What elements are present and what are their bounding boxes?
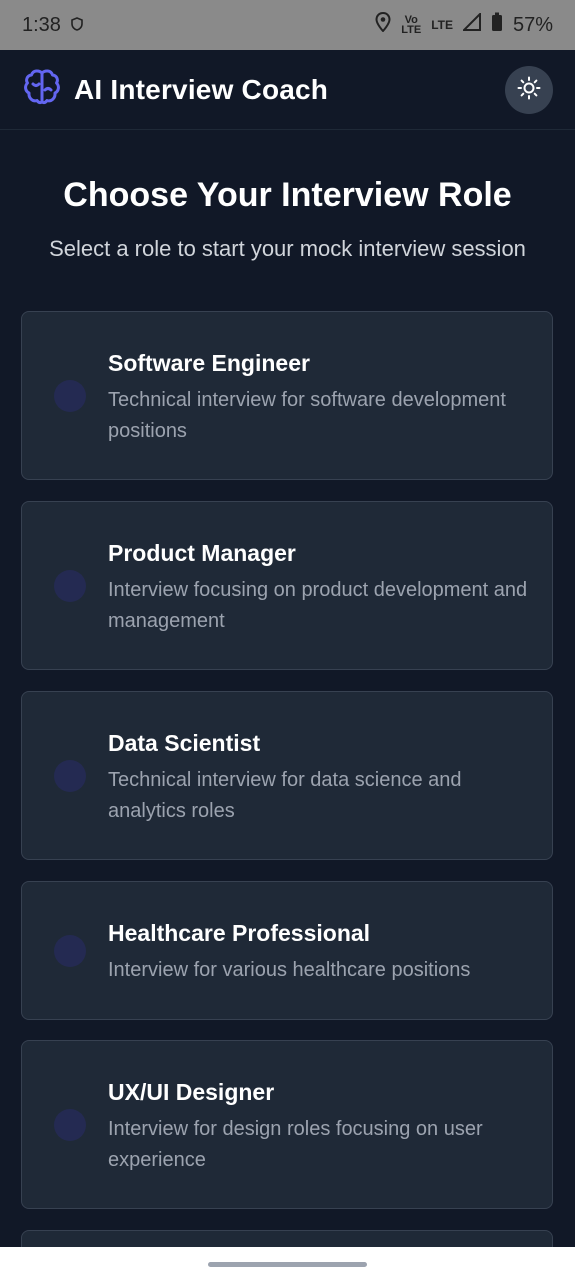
role-icon (54, 1109, 86, 1141)
role-icon (54, 760, 86, 792)
location-icon (375, 11, 391, 38)
role-card-healthcare-professional[interactable]: Healthcare Professional Interview for va… (21, 881, 553, 1020)
role-title: Software Engineer (108, 350, 310, 376)
lte-indicator: LTE (431, 18, 453, 32)
brain-icon (22, 67, 62, 112)
home-indicator[interactable] (208, 1262, 367, 1267)
sun-icon (517, 76, 541, 105)
role-description: Interview for design roles focusing on u… (108, 1118, 483, 1171)
app-header: AI Interview Coach (0, 50, 575, 130)
role-description: Interview focusing on product developmen… (108, 579, 528, 632)
battery-percent: 57% (512, 13, 553, 36)
status-bar: 1:38 Vo LTE LTE 57% (0, 0, 575, 50)
page-subtitle: Select a role to start your mock intervi… (49, 236, 526, 261)
app-title: AI Interview Coach (74, 73, 329, 105)
volte-indicator: Vo LTE (401, 14, 422, 36)
role-card-product-manager[interactable]: Product Manager Interview focusing on pr… (21, 501, 553, 670)
role-icon (54, 380, 86, 412)
page-title: Choose Your Interview Role (63, 176, 512, 214)
role-card-software-engineer[interactable]: Software Engineer Technical interview fo… (21, 311, 553, 480)
role-title: UX/UI Designer (108, 1079, 275, 1105)
brand: AI Interview Coach (22, 67, 328, 112)
role-description: Technical interview for data science and… (108, 769, 462, 822)
role-description: Interview for various healthcare positio… (108, 959, 471, 981)
status-time: 1:38 (22, 13, 61, 36)
role-icon (54, 570, 86, 602)
role-title: Data Scientist (108, 730, 261, 756)
gesture-nav-bar (0, 1247, 575, 1280)
shield-status-icon (71, 14, 83, 37)
role-title: Healthcare Professional (108, 920, 371, 946)
role-card-ux-ui-designer[interactable]: UX/UI Designer Interview for design role… (21, 1040, 553, 1209)
role-card-data-scientist[interactable]: Data Scientist Technical interview for d… (21, 691, 553, 860)
battery-icon (491, 12, 503, 38)
theme-toggle-button[interactable] (505, 66, 553, 114)
signal-icon (461, 11, 481, 37)
role-description: Technical interview for software develop… (108, 389, 506, 442)
role-icon (54, 935, 86, 967)
role-title: Product Manager (108, 540, 296, 566)
